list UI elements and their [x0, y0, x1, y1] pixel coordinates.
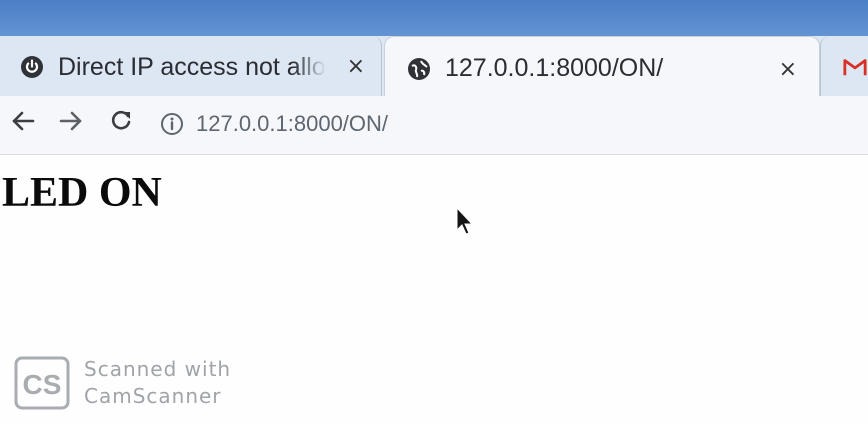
mouse-cursor-icon — [455, 206, 475, 240]
tab-gmail[interactable] — [820, 36, 868, 98]
watermark-line-1: Scanned with — [84, 357, 232, 381]
globe-icon — [407, 57, 431, 81]
address-bar[interactable]: 127.0.0.1:8000/ON/ — [160, 104, 860, 144]
power-icon — [20, 55, 44, 79]
back-arrow-icon[interactable] — [8, 106, 38, 136]
url-text[interactable]: 127.0.0.1:8000/ON/ — [196, 111, 388, 137]
tab-close-icon[interactable]: × — [347, 54, 365, 79]
gmail-icon — [843, 55, 867, 79]
info-icon[interactable] — [160, 112, 184, 136]
camscanner-logo-icon: CS — [14, 356, 70, 410]
tab-localhost-on[interactable]: 127.0.0.1:8000/ON/ × — [384, 36, 820, 100]
watermark-line-2: CamScanner — [84, 384, 222, 408]
forward-arrow-icon[interactable] — [56, 106, 86, 136]
page-heading: LED ON — [2, 170, 162, 216]
camscanner-watermark: CS Scanned with CamScanner — [14, 356, 231, 410]
tab-close-icon[interactable]: × — [779, 57, 797, 82]
tab-direct-ip[interactable]: Direct IP access not allo × — [0, 36, 382, 98]
tab-title: 127.0.0.1:8000/ON/ — [445, 54, 664, 82]
tab-title: Direct IP access not allo — [58, 52, 326, 81]
reload-icon[interactable] — [106, 106, 136, 136]
tab-strip: Direct IP access not allo × 127.0.0.1:80… — [0, 36, 868, 100]
camscanner-logo-text: CS — [23, 369, 62, 400]
browser-toolbar: 127.0.0.1:8000/ON/ — [0, 96, 868, 155]
